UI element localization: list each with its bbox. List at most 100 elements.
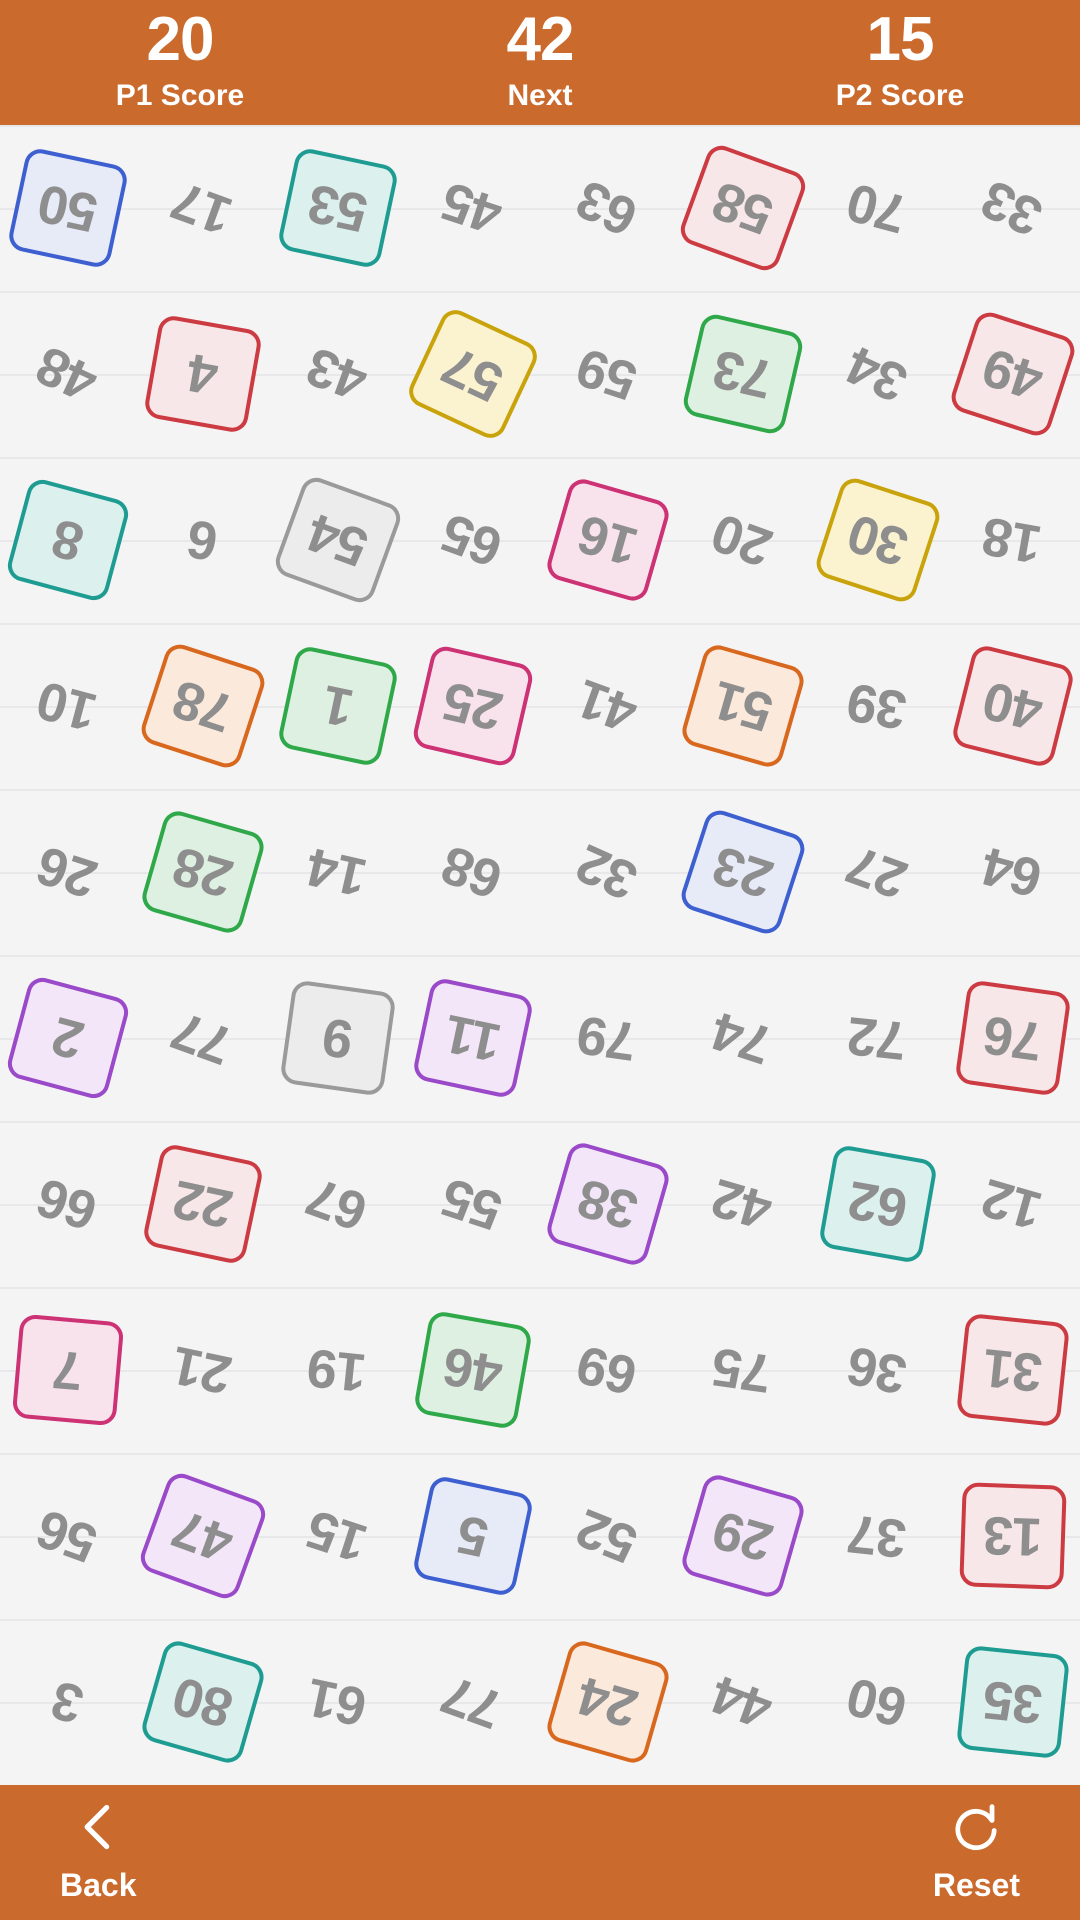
number-tile[interactable]: 38 <box>543 1139 672 1269</box>
board-cell[interactable]: 77 <box>135 955 270 1121</box>
number-tile[interactable]: 16 <box>543 475 672 605</box>
board-cell[interactable]: 2 <box>0 955 135 1121</box>
number-tile[interactable]: 4 <box>142 313 263 435</box>
number-tile[interactable]: 28 <box>138 807 267 937</box>
board-cell[interactable]: 26 <box>0 789 135 955</box>
board-cell[interactable]: 43 <box>270 291 405 457</box>
board-cell[interactable]: 8 <box>0 457 135 623</box>
number-tile[interactable]: 40 <box>949 642 1076 770</box>
number-tile[interactable]: 31 <box>955 1312 1070 1428</box>
board-cell[interactable]: 18 <box>945 457 1080 623</box>
board-cell[interactable]: 63 <box>540 125 675 291</box>
back-button[interactable]: Back <box>60 1801 137 1904</box>
board-cell[interactable]: 40 <box>945 623 1080 789</box>
board-cell[interactable]: 38 <box>540 1121 675 1287</box>
board-cell[interactable]: 20 <box>675 457 810 623</box>
board-cell[interactable]: 57 <box>403 291 542 457</box>
number-tile[interactable]: 7 <box>11 1313 124 1427</box>
board-cell[interactable]: 47 <box>135 1453 270 1619</box>
board-cell[interactable]: 15 <box>270 1453 405 1619</box>
number-tile[interactable]: 29 <box>678 1471 807 1601</box>
board-cell[interactable]: 23 <box>675 789 810 955</box>
board-cell[interactable]: 33 <box>945 125 1080 291</box>
board-cell[interactable]: 54 <box>270 457 405 623</box>
board-cell[interactable]: 6 <box>135 457 270 623</box>
board-cell[interactable]: 16 <box>540 457 675 623</box>
board-cell[interactable]: 29 <box>675 1453 810 1619</box>
number-tile[interactable]: 30 <box>811 474 944 606</box>
board-cell[interactable]: 5 <box>405 1453 540 1619</box>
board-cell[interactable]: 37 <box>810 1453 945 1619</box>
board-cell[interactable]: 56 <box>0 1453 135 1619</box>
board-cell[interactable]: 48 <box>0 291 135 457</box>
board-cell[interactable]: 21 <box>135 1287 270 1453</box>
board-cell[interactable]: 41 <box>540 623 675 789</box>
board-cell[interactable]: 30 <box>810 457 945 623</box>
board-cell[interactable]: 70 <box>810 125 945 291</box>
number-tile[interactable]: 25 <box>410 643 535 769</box>
board-cell[interactable]: 51 <box>675 623 810 789</box>
board-cell[interactable]: 12 <box>945 1121 1080 1287</box>
board-cell[interactable]: 75 <box>675 1287 810 1453</box>
board-cell[interactable]: 64 <box>945 789 1080 955</box>
board-cell[interactable]: 45 <box>405 125 540 291</box>
board-cell[interactable]: 67 <box>270 1121 405 1287</box>
number-tile[interactable]: 80 <box>138 1637 267 1767</box>
number-tile[interactable]: 57 <box>403 304 542 444</box>
board-cell[interactable]: 62 <box>810 1121 945 1287</box>
number-tile[interactable]: 46 <box>412 1309 533 1431</box>
board-cell[interactable]: 19 <box>270 1287 405 1453</box>
board-cell[interactable]: 36 <box>810 1287 945 1453</box>
number-tile[interactable]: 5 <box>410 1474 535 1598</box>
board-cell[interactable]: 39 <box>810 623 945 789</box>
board-cell[interactable]: 55 <box>405 1121 540 1287</box>
number-tile[interactable]: 47 <box>135 1469 270 1603</box>
board-cell[interactable]: 73 <box>675 291 810 457</box>
board-cell[interactable]: 46 <box>405 1287 540 1453</box>
board-cell[interactable]: 32 <box>540 789 675 955</box>
number-tile[interactable]: 13 <box>958 1482 1067 1590</box>
board-cell[interactable]: 65 <box>405 457 540 623</box>
board-cell[interactable]: 80 <box>135 1619 270 1785</box>
board-cell[interactable]: 17 <box>135 125 270 291</box>
number-tile[interactable]: 1 <box>275 644 400 768</box>
board-cell[interactable]: 9 <box>270 955 405 1121</box>
board-cell[interactable]: 3 <box>0 1619 135 1785</box>
board-cell[interactable]: 4 <box>135 291 270 457</box>
number-tile[interactable]: 62 <box>817 1143 938 1265</box>
number-tile[interactable]: 58 <box>675 141 810 275</box>
board-cell[interactable]: 72 <box>810 955 945 1121</box>
board-cell[interactable]: 79 <box>540 955 675 1121</box>
board-cell[interactable]: 49 <box>945 291 1080 457</box>
board-cell[interactable]: 34 <box>810 291 945 457</box>
board-cell[interactable]: 58 <box>675 125 810 291</box>
board-cell[interactable]: 10 <box>0 623 135 789</box>
number-tile[interactable]: 24 <box>543 1637 672 1767</box>
board-cell[interactable]: 25 <box>405 623 540 789</box>
board-cell[interactable]: 31 <box>945 1287 1080 1453</box>
number-tile[interactable]: 23 <box>676 806 809 938</box>
number-tile[interactable]: 76 <box>953 979 1072 1097</box>
board-cell[interactable]: 24 <box>540 1619 675 1785</box>
number-tile[interactable]: 53 <box>275 146 400 270</box>
board-cell[interactable]: 78 <box>135 623 270 789</box>
board-cell[interactable]: 42 <box>675 1121 810 1287</box>
board-cell[interactable]: 7 <box>0 1287 135 1453</box>
board-cell[interactable]: 1 <box>270 623 405 789</box>
board-cell[interactable]: 68 <box>405 789 540 955</box>
board-cell[interactable]: 76 <box>945 955 1080 1121</box>
number-tile[interactable]: 51 <box>678 641 807 771</box>
number-tile[interactable]: 78 <box>136 640 269 772</box>
number-tile[interactable]: 73 <box>680 311 805 437</box>
board-cell[interactable]: 44 <box>675 1619 810 1785</box>
board-cell[interactable]: 13 <box>945 1453 1080 1619</box>
board-cell[interactable]: 53 <box>270 125 405 291</box>
board-cell[interactable]: 60 <box>810 1619 945 1785</box>
board-cell[interactable]: 50 <box>0 125 135 291</box>
board-cell[interactable]: 59 <box>540 291 675 457</box>
reset-button[interactable]: Reset <box>933 1801 1020 1904</box>
number-tile[interactable]: 11 <box>410 976 535 1100</box>
board-cell[interactable]: 35 <box>945 1619 1080 1785</box>
board-cell[interactable]: 77 <box>405 1619 540 1785</box>
board-cell[interactable]: 66 <box>0 1121 135 1287</box>
